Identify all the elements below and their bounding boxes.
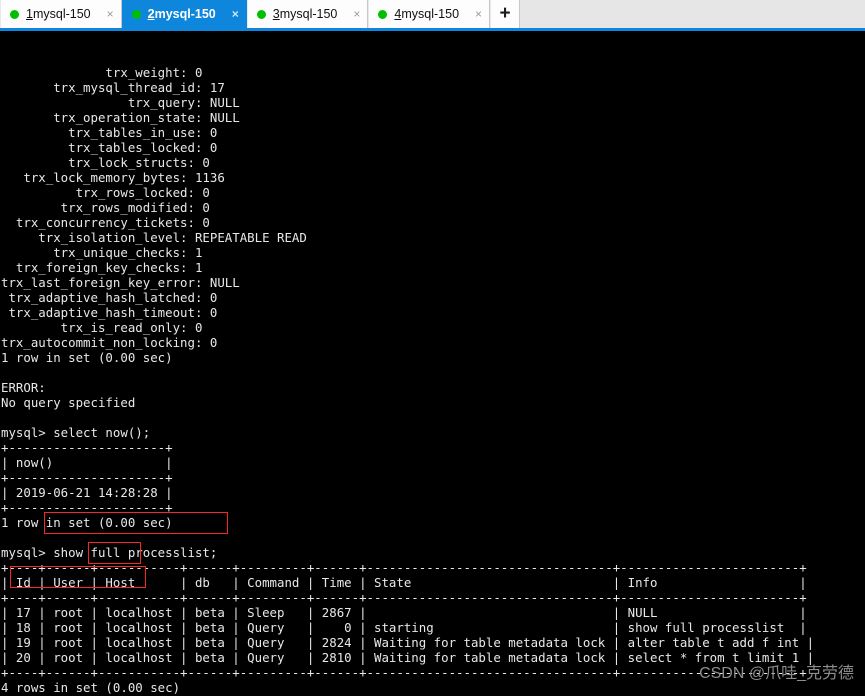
tab-label-1: mysql-150 <box>32 7 91 21</box>
terminal-line: trx_lock_memory_bytes: 1136 <box>1 170 225 185</box>
terminal-line: ERROR: <box>1 380 46 395</box>
close-icon[interactable]: × <box>230 8 239 20</box>
terminal-line: trx_foreign_key_checks: 1 <box>1 260 203 275</box>
terminal-line: trx_weight: 0 <box>1 65 203 80</box>
terminal-line: trx_isolation_level: REPEATABLE READ <box>1 230 307 245</box>
tab-label-4: mysql-150 <box>401 7 460 21</box>
terminal-line: +---------------------+ <box>1 500 173 515</box>
terminal-line: No query specified <box>1 395 136 410</box>
terminal-tab-3[interactable]: 3 mysql-150 × <box>246 0 369 28</box>
terminal-line: +---------------------+ <box>1 440 173 455</box>
terminal-line: trx_is_read_only: 0 <box>1 320 203 335</box>
tab-bar: 1 mysql-150 × 2 mysql-150 × 3 mysql-150 … <box>0 0 865 31</box>
tab-index-4: 4 <box>394 7 402 21</box>
tab-index-2: 2 <box>147 7 155 21</box>
terminal-line: +----+------+-----------+------+--------… <box>1 590 807 605</box>
terminal-line: trx_lock_structs: 0 <box>1 155 210 170</box>
terminal-line: trx_tables_in_use: 0 <box>1 125 218 140</box>
tab-index-1: 1 <box>26 7 33 21</box>
terminal-line: mysql> select now(); <box>1 425 151 440</box>
terminal-line: trx_adaptive_hash_timeout: 0 <box>1 305 218 320</box>
terminal-line: trx_tables_locked: 0 <box>1 140 218 155</box>
watermark: CSDN @爪哇_克劳德 <box>699 665 854 682</box>
terminal-line: mysql> show full processlist; <box>1 545 218 560</box>
tab-index-3: 3 <box>272 7 280 21</box>
tab-status-dot-icon <box>256 9 266 19</box>
close-icon[interactable]: × <box>351 8 360 20</box>
terminal-line: +---------------------+ <box>1 470 173 485</box>
terminal-output[interactable]: trx_weight: 0 trx_mysql_thread_id: 17 tr… <box>0 31 865 696</box>
terminal-line: trx_mysql_thread_id: 17 <box>1 80 225 95</box>
new-tab-button[interactable]: + <box>490 0 521 28</box>
terminal-line: trx_query: NULL <box>1 95 240 110</box>
tab-status-dot-icon <box>131 9 141 19</box>
tab-status-dot-icon <box>10 9 19 19</box>
terminal-line: | Id | User | Host | db | Command | Time… <box>1 575 807 590</box>
terminal-tab-4[interactable]: 4 mysql-150 × <box>368 0 491 28</box>
terminal-tab-2[interactable]: 2 mysql-150 × <box>121 0 247 28</box>
terminal-tab-1[interactable]: 1 mysql-150 × <box>0 0 122 28</box>
terminal-line: trx_operation_state: NULL <box>1 110 240 125</box>
terminal-line-list: trx_weight: 0 trx_mysql_thread_id: 17 tr… <box>1 65 865 696</box>
terminal-line: | now() | <box>1 455 173 470</box>
terminal-line: trx_last_foreign_key_error: NULL <box>1 275 240 290</box>
close-icon[interactable]: × <box>105 8 114 20</box>
terminal-line: trx_adaptive_hash_latched: 0 <box>1 290 218 305</box>
tab-label-2: mysql-150 <box>154 7 216 21</box>
terminal-line: trx_rows_modified: 0 <box>1 200 210 215</box>
tab-bar-filler <box>520 0 865 28</box>
close-icon[interactable]: × <box>473 8 482 20</box>
tab-status-dot-icon <box>378 9 388 19</box>
terminal-line: | 17 | root | localhost | beta | Sleep |… <box>1 605 807 620</box>
terminal-line: trx_unique_checks: 1 <box>1 245 203 260</box>
terminal-line: 1 row in set (0.00 sec) <box>1 515 173 530</box>
terminal-line: | 19 | root | localhost | beta | Query |… <box>1 635 815 650</box>
terminal-line: trx_autocommit_non_locking: 0 <box>1 335 218 350</box>
terminal-line: | 2019-06-21 14:28:28 | <box>1 485 173 500</box>
terminal-line: | 18 | root | localhost | beta | Query |… <box>1 620 807 635</box>
terminal-line: +----+------+-----------+------+--------… <box>1 560 807 575</box>
plus-icon: + <box>499 2 511 24</box>
tab-label-3: mysql-150 <box>279 7 338 21</box>
terminal-line: 1 row in set (0.00 sec) <box>1 350 173 365</box>
terminal-line: trx_rows_locked: 0 <box>1 185 210 200</box>
terminal-line: trx_concurrency_tickets: 0 <box>1 215 210 230</box>
